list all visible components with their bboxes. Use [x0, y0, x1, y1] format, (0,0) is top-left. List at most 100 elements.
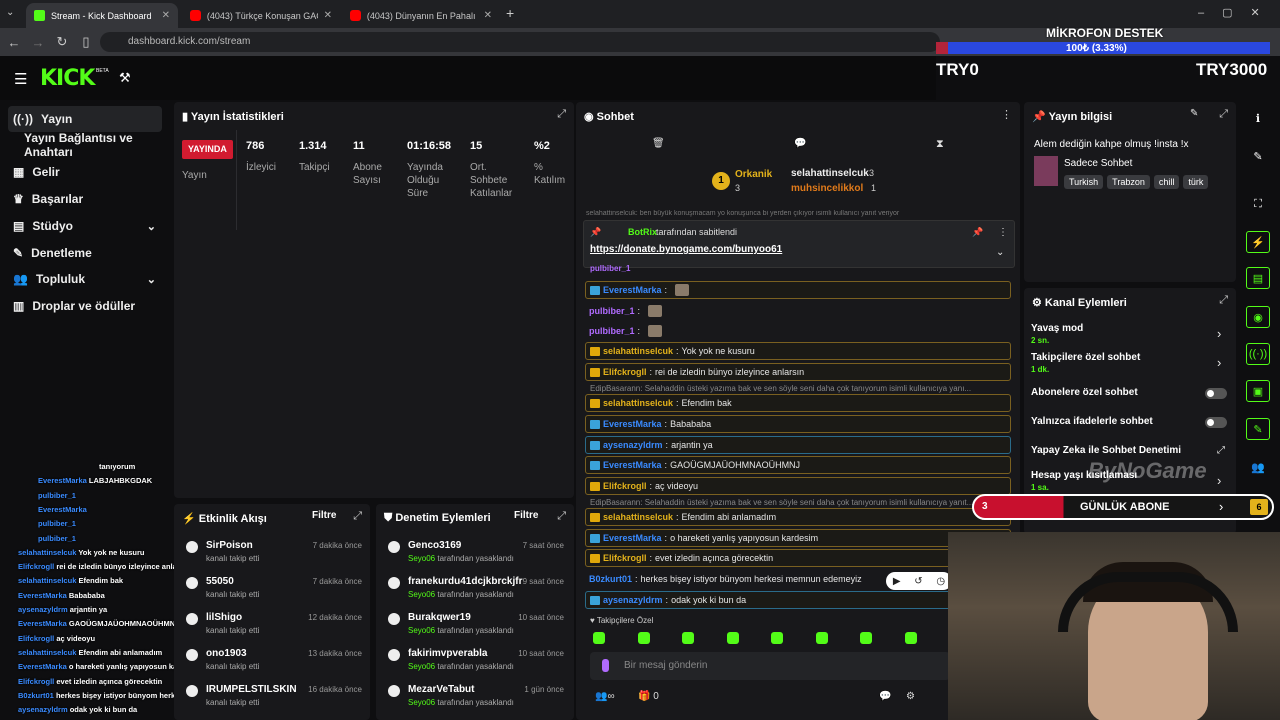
sidebar-item-droplar[interactable]: ▥ Droplar ve ödüller: [8, 293, 162, 319]
menu-icon[interactable]: ☰: [14, 70, 27, 88]
tab-youtube-2[interactable]: (4043) Dünyanın En Pahalı Evi / ✕: [342, 3, 500, 28]
moderation-item[interactable]: Burakqwer19 10 saat önce Seyo06 tarafından…: [384, 610, 564, 644]
sidebar-item-basarilar[interactable]: ♛ Başarılar: [8, 186, 162, 212]
chat-message[interactable]: selahattinselcuk: Yok yok ne kusuru: [585, 342, 1011, 360]
more-icon[interactable]: ⋮: [998, 227, 1008, 238]
moderation-item[interactable]: MezarVeTabut 1 gün önce Seyo06 tarafından …: [384, 682, 564, 716]
chat-username[interactable]: selahattinselcuk: [603, 512, 673, 522]
moderated-user[interactable]: MezarVeTabut: [408, 684, 475, 695]
chat-message[interactable]: Elifckrogll: rei de izledin bünyo izleyin…: [585, 363, 1011, 381]
chat-message[interactable]: pulbiber_1:: [585, 302, 1011, 320]
clock-icon[interactable]: ◷: [936, 576, 945, 587]
tools-icon[interactable]: ⚒: [119, 70, 131, 86]
play-icon[interactable]: ▶: [893, 576, 901, 587]
moderated-user[interactable]: fakirimvpverabla: [408, 648, 488, 659]
chat-username[interactable]: pulbiber_1: [589, 326, 635, 336]
chat-message[interactable]: EverestMarka:: [585, 281, 1011, 299]
expand-icon[interactable]: ⤢: [557, 510, 566, 523]
expand-icon[interactable]: ⤢: [353, 510, 362, 523]
gear-icon[interactable]: ⚙: [906, 691, 915, 702]
microphone-icon[interactable]: [602, 659, 609, 672]
sidebar-item-stream-key[interactable]: Yayın Bağlantısı ve Anahtarı: [8, 131, 170, 159]
activity-item[interactable]: 55050 7 dakika önce kanalı takip etti: [182, 574, 362, 608]
sidebar-item-gelir[interactable]: ▦ Gelir: [8, 159, 162, 185]
leader-1-name[interactable]: Orkanik: [735, 169, 772, 180]
window-controls[interactable]: –▢✕: [1198, 6, 1278, 19]
rail-users-icon[interactable]: 👥: [1246, 456, 1270, 478]
slow-mode-setting[interactable]: Yavaş mod 2 sn.: [1031, 323, 1083, 345]
rail-broadcast-icon[interactable]: ((·)): [1246, 343, 1270, 365]
activity-item[interactable]: ono1903 13 dakika önce kanalı takip etti: [182, 646, 362, 680]
chat-username[interactable]: EverestMarka: [603, 285, 662, 295]
activity-item[interactable]: SirPoison 7 dakika önce kanalı takip etti: [182, 538, 362, 572]
expand-icon[interactable]: ⤢: [557, 108, 566, 121]
chat-username[interactable]: Elifckrogll: [603, 553, 647, 563]
pinned-link[interactable]: https://donate.bynogame.com/bunyoo61: [590, 244, 782, 255]
back-icon[interactable]: ←: [2, 35, 26, 50]
emote-icon[interactable]: [682, 632, 694, 644]
moderation-item[interactable]: franekurdu41dcjkbrckjfr 9 saat önce Seyo06…: [384, 574, 564, 608]
chat-username[interactable]: EverestMarka: [603, 533, 662, 543]
rail-list-icon[interactable]: ▤: [1246, 267, 1270, 289]
pencil-icon[interactable]: ✎: [1246, 145, 1270, 167]
kick-logo[interactable]: KICK: [40, 66, 95, 91]
chevron-right-icon[interactable]: ›: [1217, 326, 1221, 341]
hourglass-icon[interactable]: ⧗: [936, 138, 944, 151]
expand-icon[interactable]: ⤢: [1219, 294, 1228, 307]
moderation-item[interactable]: fakirimvpverabla 10 saat önce Seyo06 taraf…: [384, 646, 564, 680]
moderation-item[interactable]: Genco3169 7 saat önce Seyo06 tarafından ya…: [384, 538, 564, 572]
trash-icon[interactable]: 🗑: [652, 138, 665, 149]
chat-username[interactable]: selahattinselcuk: [603, 398, 673, 408]
users-icon[interactable]: 👥∞: [595, 691, 615, 702]
emote-only-toggle[interactable]: [1205, 417, 1227, 428]
chat-input[interactable]: Bir mesaj gönderin: [590, 652, 950, 680]
chat-username[interactable]: EverestMarka: [603, 419, 662, 429]
moderated-user[interactable]: Genco3169: [408, 540, 461, 551]
sidebar-item-studyo[interactable]: ▤ Stüdyo ⌄: [8, 213, 162, 239]
chat-message[interactable]: aysenazyldrm: arjantin ya: [585, 436, 1011, 454]
activity-user[interactable]: SirPoison: [206, 540, 253, 551]
chevron-right-icon[interactable]: ›: [1217, 355, 1221, 370]
rail-wrench-icon[interactable]: ✎: [1246, 418, 1270, 440]
chat-username[interactable]: aysenazyldrm: [603, 595, 663, 605]
new-tab-button[interactable]: +: [506, 5, 514, 21]
rail-layout-icon[interactable]: ▣: [1246, 380, 1270, 402]
chat-username[interactable]: selahattinselcuk: [603, 346, 673, 356]
replay-icon[interactable]: ↺: [914, 576, 922, 587]
chat-username[interactable]: EverestMarka: [603, 460, 662, 470]
activity-user[interactable]: lilShigo: [206, 612, 242, 623]
stream-category[interactable]: Sadece Sohbet: [1064, 158, 1132, 169]
chevron-right-icon[interactable]: ›: [1217, 473, 1221, 488]
edit-icon[interactable]: ✎: [1190, 108, 1198, 119]
emote-icon[interactable]: [771, 632, 783, 644]
reload-icon[interactable]: ↻: [50, 34, 74, 50]
close-icon[interactable]: ✕: [484, 10, 492, 21]
subscribers-only-toggle[interactable]: [1205, 388, 1227, 399]
tab-youtube-1[interactable]: (4043) Türkçe Konuşan GAGAV ✕: [182, 3, 340, 28]
emote-icon[interactable]: [593, 632, 605, 644]
activity-user[interactable]: IRUMPELSTILSKIN: [206, 684, 297, 695]
gift-icon[interactable]: 🎁 0: [638, 691, 659, 702]
chat-username[interactable]: Elifckrogll: [603, 367, 647, 377]
pinned-by-user[interactable]: BotRix: [628, 227, 657, 237]
moderated-user[interactable]: Burakqwer19: [408, 612, 471, 623]
moderator-name[interactable]: Seyo06: [408, 626, 435, 635]
focus-icon[interactable]: ⛶: [1246, 193, 1270, 215]
close-icon[interactable]: ✕: [162, 10, 170, 21]
tab-kick-dashboard[interactable]: Stream - Kick Dashboard ✕: [26, 3, 178, 28]
followers-only-setting[interactable]: Takipçilere özel sohbet 1 dk.: [1031, 352, 1140, 374]
activity-user[interactable]: ono1903: [206, 648, 247, 659]
moderator-name[interactable]: Seyo06: [408, 698, 435, 707]
leader-3-name[interactable]: muhsincelikkol: [791, 183, 863, 194]
emote-icon[interactable]: [637, 632, 650, 644]
chat-username[interactable]: B0zkurt01: [589, 574, 632, 584]
chat-bubble-icon[interactable]: 💬: [794, 138, 806, 149]
unpin-icon[interactable]: 📌: [972, 227, 983, 238]
chat-message[interactable]: EverestMarka: Babababa: [585, 415, 1011, 433]
emote-icon[interactable]: [860, 632, 872, 644]
tab-search-icon[interactable]: ⌄: [6, 7, 14, 18]
chat-message[interactable]: pulbiber_1:: [585, 322, 1011, 340]
sidebar-item-topluluk[interactable]: 👥 Topluluk ⌄: [8, 266, 162, 292]
url-input[interactable]: dashboard.kick.com/stream: [100, 32, 940, 52]
activity-item[interactable]: lilShigo 12 dakika önce kanalı takip etti: [182, 610, 362, 644]
